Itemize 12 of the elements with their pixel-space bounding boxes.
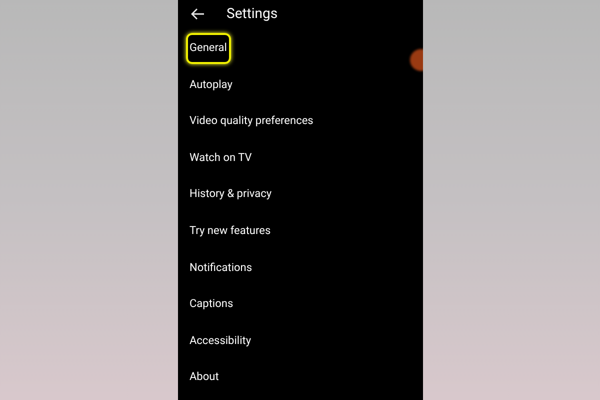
settings-item[interactable]: About <box>186 362 223 393</box>
settings-item[interactable]: Captions <box>186 289 238 320</box>
settings-item[interactable]: General <box>186 33 231 64</box>
screen-title: Settings <box>226 4 278 24</box>
settings-item[interactable]: Accessibility <box>186 326 256 356</box>
settings-item[interactable]: Try new features <box>186 216 275 247</box>
settings-item[interactable]: Video quality preferences <box>186 106 318 137</box>
settings-item[interactable]: History & privacy <box>186 179 276 210</box>
settings-item[interactable]: Watch on TV <box>186 142 256 174</box>
settings-item[interactable]: Autoplay <box>186 70 236 100</box>
settings-item[interactable]: Notifications <box>186 252 256 284</box>
back-arrow-icon[interactable] <box>190 8 204 20</box>
